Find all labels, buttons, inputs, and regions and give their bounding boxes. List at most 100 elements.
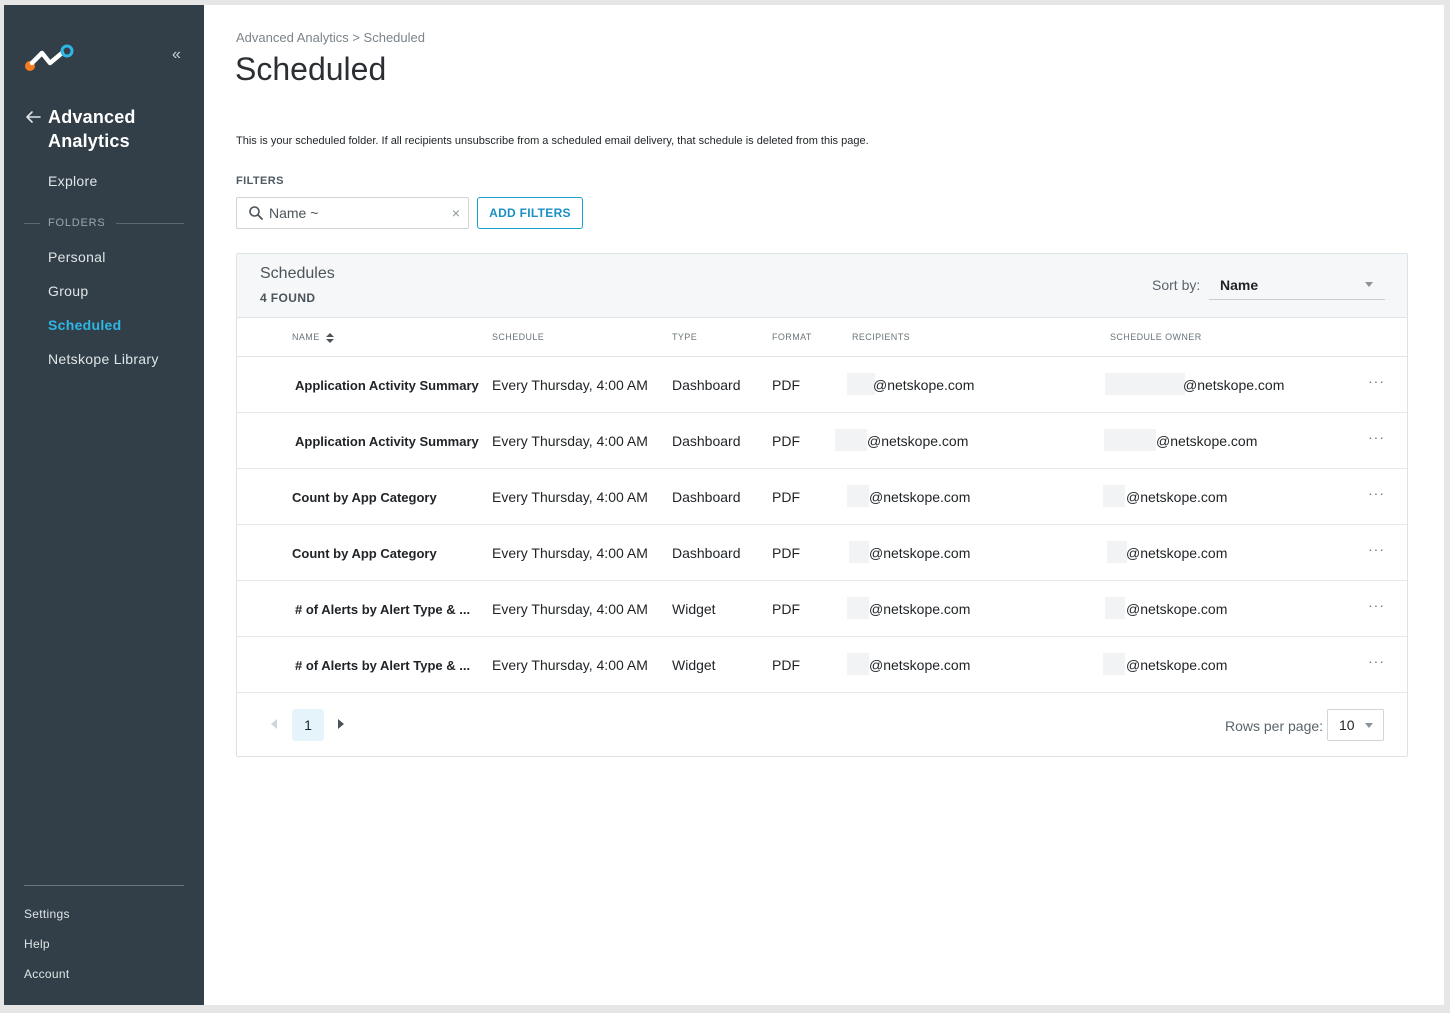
schedule-type: Dashboard (672, 377, 741, 393)
recipients: @netskope.com (869, 601, 971, 617)
sidebar-item-explore[interactable]: Explore (48, 173, 98, 189)
column-header-name[interactable]: NAME (292, 332, 334, 343)
column-label: NAME (292, 332, 320, 342)
rows-per-page-select[interactable]: 10 (1327, 709, 1384, 741)
column-header-schedule: SCHEDULE (492, 332, 545, 342)
schedule-format: PDF (772, 545, 800, 561)
schedule-name[interactable]: Count by App Category (292, 490, 437, 505)
sidebar-item-settings[interactable]: Settings (24, 907, 70, 921)
schedule-owner: @netskope.com (1156, 433, 1258, 449)
sidebar-item-account[interactable]: Account (24, 967, 69, 981)
divider (116, 223, 184, 224)
more-options-icon[interactable]: ··· (1368, 429, 1385, 445)
sidebar: « Advanced Analytics Explore FOLDERS Per… (4, 5, 204, 1005)
schedule-time: Every Thursday, 4:00 AM (492, 377, 648, 393)
search-value: Name ~ (269, 205, 319, 221)
redaction-mask (847, 373, 875, 395)
more-options-icon[interactable]: ··· (1368, 485, 1385, 501)
redaction-mask (1105, 597, 1125, 619)
schedule-time: Every Thursday, 4:00 AM (492, 601, 648, 617)
schedule-format: PDF (772, 489, 800, 505)
sidebar-item-personal[interactable]: Personal (48, 249, 106, 265)
table-row[interactable]: Application Activity Summary Every Thurs… (237, 413, 1407, 469)
netskope-logo (25, 44, 74, 71)
schedule-time: Every Thursday, 4:00 AM (492, 489, 648, 505)
table-row[interactable]: Application Activity Summary Every Thurs… (237, 357, 1407, 413)
schedule-name[interactable]: # of Alerts by Alert Type & ... (295, 658, 470, 673)
more-options-icon[interactable]: ··· (1368, 597, 1385, 613)
sidebar-item-scheduled[interactable]: Scheduled (48, 317, 122, 333)
schedule-time: Every Thursday, 4:00 AM (492, 657, 648, 673)
collapse-sidebar-icon[interactable]: « (172, 47, 188, 63)
schedule-owner: @netskope.com (1126, 601, 1228, 617)
page-button-1[interactable]: 1 (292, 709, 324, 741)
recipients: @netskope.com (867, 433, 969, 449)
add-filters-button[interactable]: ADD FILTERS (477, 197, 583, 229)
schedule-name[interactable]: # of Alerts by Alert Type & ... (295, 602, 470, 617)
schedule-format: PDF (772, 657, 800, 673)
panel-title: Schedules (260, 265, 335, 282)
sort-value: Name (1220, 276, 1259, 293)
schedule-format: PDF (772, 433, 800, 449)
app-title: Advanced Analytics (48, 107, 136, 151)
redaction-mask (1103, 653, 1125, 675)
table-row[interactable]: # of Alerts by Alert Type & ... Every Th… (237, 637, 1407, 693)
divider (24, 223, 40, 224)
schedule-format: PDF (772, 377, 800, 393)
schedule-name[interactable]: Application Activity Summary (295, 434, 479, 449)
breadcrumb[interactable]: Advanced Analytics > Scheduled (236, 30, 425, 45)
chevron-down-icon (1365, 282, 1373, 287)
schedule-format: PDF (772, 601, 800, 617)
schedule-name[interactable]: Application Activity Summary (295, 378, 479, 393)
chevron-down-icon (1365, 722, 1373, 728)
more-options-icon[interactable]: ··· (1368, 373, 1385, 389)
column-header-schedule-owner: SCHEDULE OWNER (1110, 332, 1202, 342)
clear-icon[interactable]: × (452, 205, 460, 221)
schedule-type: Widget (672, 657, 716, 673)
schedule-owner: @netskope.com (1126, 545, 1228, 561)
redaction-mask (849, 541, 869, 563)
redaction-mask (1104, 429, 1156, 451)
sidebar-item-group[interactable]: Group (48, 283, 88, 299)
redaction-mask (1103, 485, 1125, 507)
app-frame: « Advanced Analytics Explore FOLDERS Per… (4, 5, 1444, 1005)
panel-header: Schedules 4 FOUND Sort by: Name (237, 254, 1407, 318)
sidebar-item-help[interactable]: Help (24, 937, 50, 951)
more-options-icon[interactable]: ··· (1368, 541, 1385, 557)
column-header-recipients: RECIPIENTS (852, 332, 911, 342)
schedule-type: Dashboard (672, 545, 741, 561)
schedule-type: Dashboard (672, 489, 741, 505)
redaction-mask (1105, 373, 1185, 395)
recipients: @netskope.com (869, 657, 971, 673)
table-header: NAME SCHEDULE TYPE FORMAT RECIPIENTS SCH… (237, 318, 1407, 357)
chevron-right-icon[interactable] (338, 719, 344, 729)
recipients: @netskope.com (869, 489, 971, 505)
page-title: Scheduled (235, 51, 387, 87)
schedule-name[interactable]: Count by App Category (292, 546, 437, 561)
schedule-type: Widget (672, 601, 716, 617)
main-content: Advanced Analytics > Scheduled Scheduled… (204, 5, 1444, 1005)
table-row[interactable]: Count by App Category Every Thursday, 4:… (237, 525, 1407, 581)
table-row[interactable]: # of Alerts by Alert Type & ... Every Th… (237, 581, 1407, 637)
sort-by-select[interactable]: Name (1209, 270, 1385, 300)
table-row[interactable]: Count by App Category Every Thursday, 4:… (237, 469, 1407, 525)
sidebar-item-netskope-library[interactable]: Netskope Library (48, 351, 159, 367)
schedule-type: Dashboard (672, 433, 741, 449)
folders-label: FOLDERS (48, 217, 106, 229)
redaction-mask (1107, 541, 1127, 563)
search-filter-input[interactable]: Name ~ × (236, 197, 469, 229)
schedule-owner: @netskope.com (1183, 377, 1285, 393)
redaction-mask (835, 429, 867, 451)
result-count: 4 FOUND (260, 291, 316, 305)
schedule-owner: @netskope.com (1126, 657, 1228, 673)
rows-per-page-value: 10 (1339, 717, 1355, 733)
schedules-panel: Schedules 4 FOUND Sort by: Name NAME SCH… (236, 253, 1408, 757)
schedule-owner: @netskope.com (1126, 489, 1228, 505)
divider (24, 885, 184, 886)
back-to-app[interactable]: Advanced Analytics (24, 105, 168, 153)
schedule-time: Every Thursday, 4:00 AM (492, 433, 648, 449)
chevron-left-icon[interactable] (271, 719, 277, 729)
sort-icon (325, 332, 334, 343)
more-options-icon[interactable]: ··· (1368, 653, 1385, 669)
redaction-mask (847, 653, 869, 675)
